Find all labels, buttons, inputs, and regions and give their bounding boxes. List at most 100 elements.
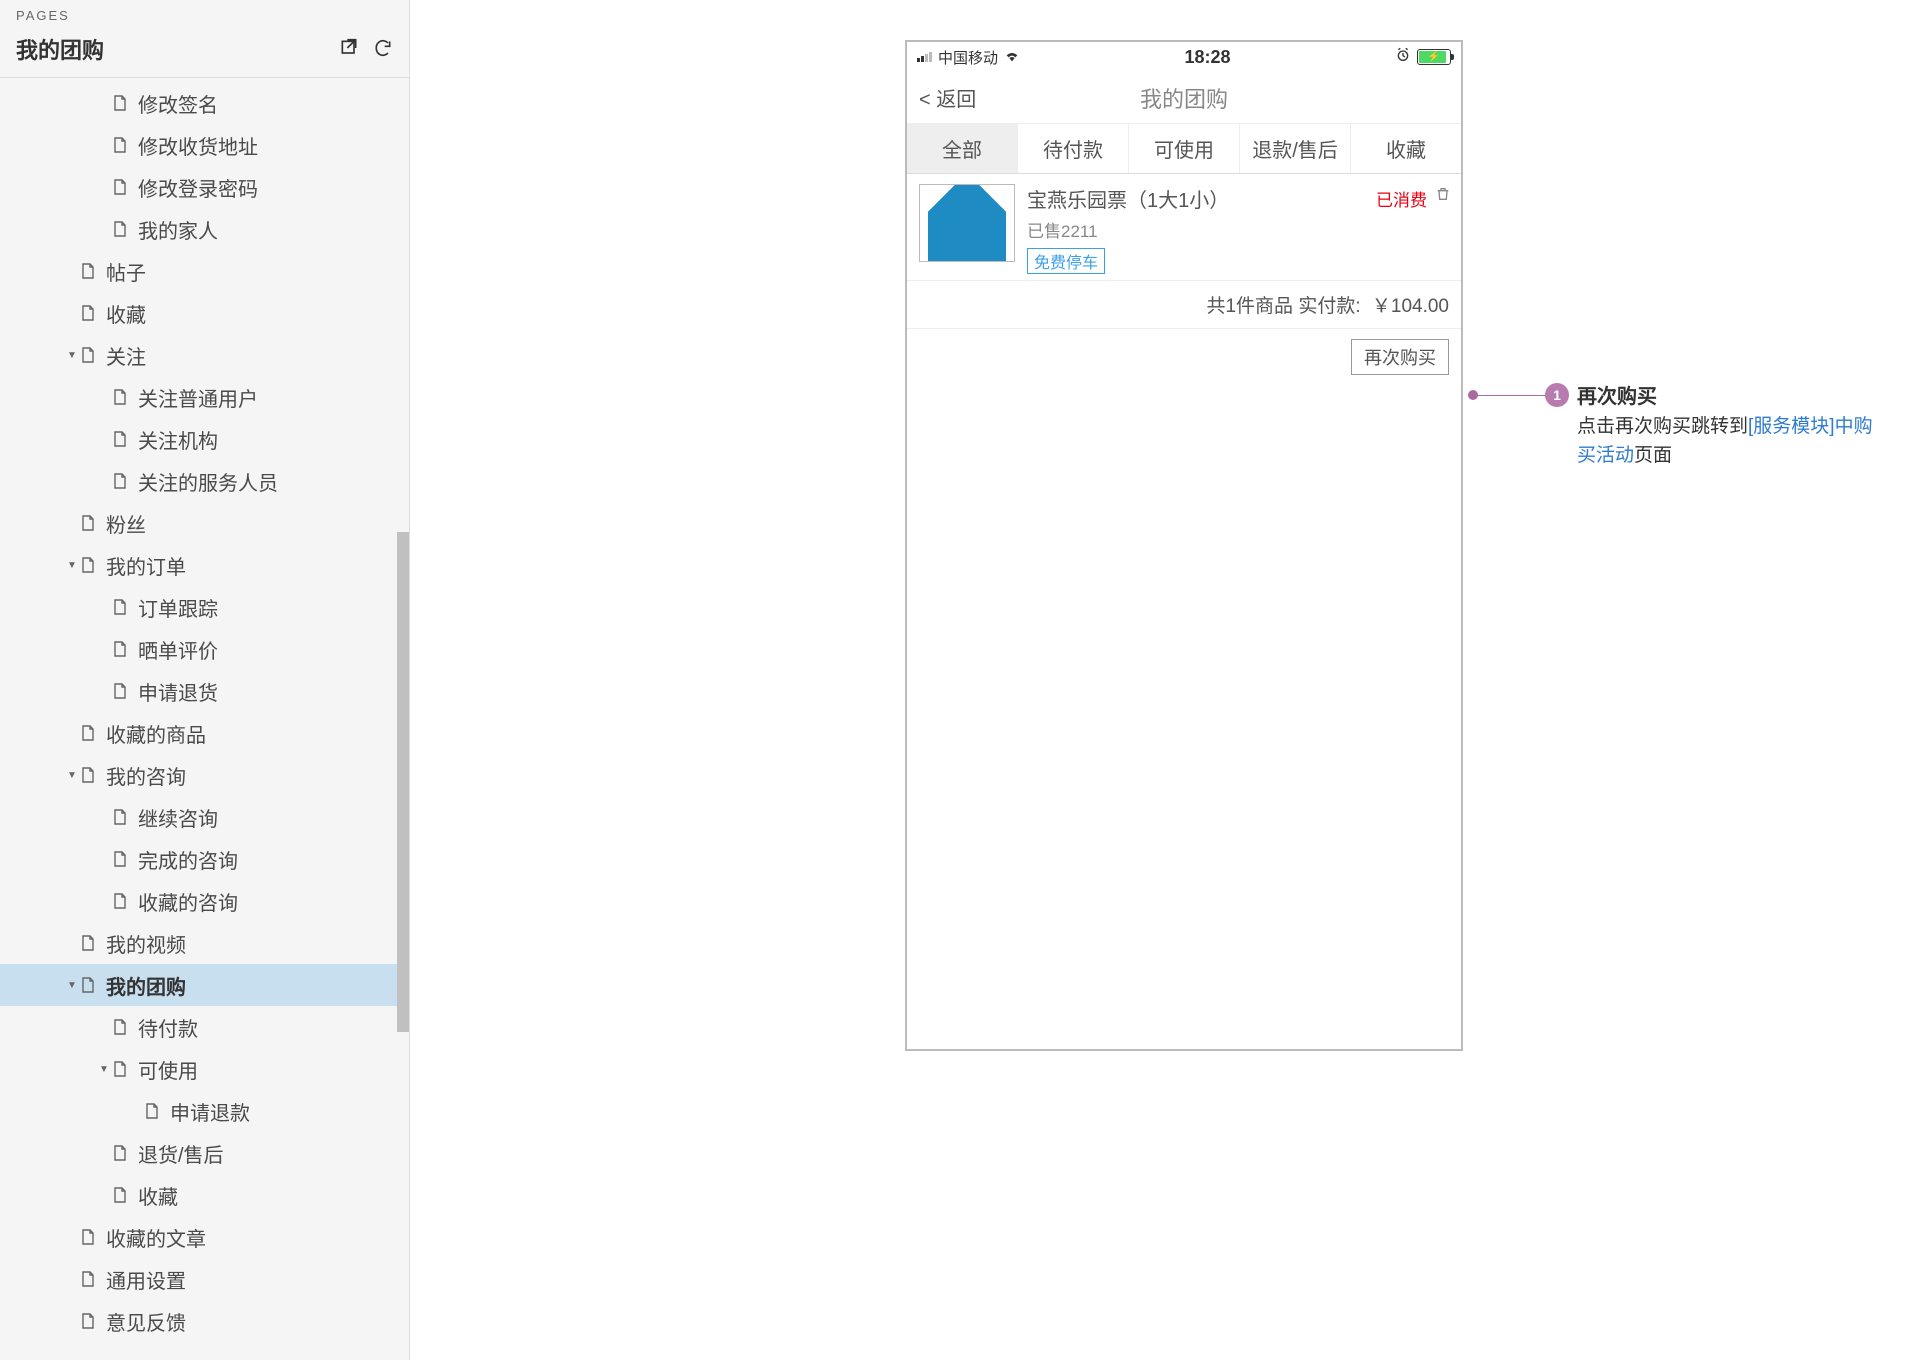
tree-label: 申请退货: [138, 677, 218, 706]
phone-nav: < 返回 我的团购: [907, 72, 1461, 124]
tab-0[interactable]: 全部: [907, 124, 1018, 173]
page-icon: [112, 1061, 128, 1077]
tree-item-26[interactable]: 收藏: [0, 1174, 409, 1216]
tree-item-7[interactable]: 关注普通用户: [0, 376, 409, 418]
tree-item-11[interactable]: ▼ 我的订单: [0, 544, 409, 586]
chevron-down-icon: ▼: [64, 980, 80, 991]
product-image: [919, 184, 1015, 262]
tree-item-13[interactable]: 晒单评价: [0, 628, 409, 670]
page-icon: [112, 221, 128, 237]
order-card[interactable]: 宝燕乐园票（1大1小） 已售2211 免费停车 已消费: [907, 174, 1461, 281]
tab-4[interactable]: 收藏: [1351, 124, 1461, 173]
tree-item-3[interactable]: 我的家人: [0, 208, 409, 250]
page-icon: [80, 1271, 96, 1287]
tree-label: 我的订单: [106, 551, 186, 580]
order-sold: 已售2211: [1027, 217, 1449, 242]
tree-label: 退货/售后: [138, 1139, 224, 1168]
alarm-icon: [1395, 47, 1411, 67]
tree-item-0[interactable]: 修改签名: [0, 82, 409, 124]
rebuy-button[interactable]: 再次购买: [1351, 339, 1449, 375]
tree-label: 可使用: [138, 1055, 198, 1084]
tree-label: 修改签名: [138, 89, 218, 118]
back-button[interactable]: < 返回: [907, 83, 976, 112]
tree-label: 修改登录密码: [138, 173, 258, 202]
pages-sidebar: PAGES 我的团购 修改签名修改收货地址修改登录密码我的家人帖子收藏▼关注关注…: [0, 0, 410, 1360]
tree-label: 关注: [106, 341, 146, 370]
order-summary: 共1件商品 实付款: ￥104.00: [907, 281, 1461, 329]
tree-item-1[interactable]: 修改收货地址: [0, 124, 409, 166]
page-icon: [112, 389, 128, 405]
tab-1[interactable]: 待付款: [1018, 124, 1129, 173]
chevron-down-icon: ▼: [64, 350, 80, 361]
tree-label: 完成的咨询: [138, 845, 238, 874]
tree-item-15[interactable]: 收藏的商品: [0, 712, 409, 754]
sidebar-section-label: PAGES: [16, 8, 393, 23]
tree-item-25[interactable]: 退货/售后: [0, 1132, 409, 1174]
tree-item-19[interactable]: 收藏的咨询: [0, 880, 409, 922]
tree-item-22[interactable]: 待付款: [0, 1006, 409, 1048]
page-icon: [80, 1229, 96, 1245]
refresh-icon[interactable]: [373, 38, 393, 61]
tree-item-2[interactable]: 修改登录密码: [0, 166, 409, 208]
wifi-icon: [1004, 49, 1020, 66]
page-icon: [112, 599, 128, 615]
tree-item-5[interactable]: 收藏: [0, 292, 409, 334]
tree-item-16[interactable]: ▼我的咨询: [0, 754, 409, 796]
tree-item-8[interactable]: 关注机构: [0, 418, 409, 460]
trash-icon[interactable]: [1435, 186, 1451, 205]
tree-label: 我的家人: [138, 215, 218, 244]
page-tree[interactable]: 修改签名修改收货地址修改登录密码我的家人帖子收藏▼关注关注普通用户关注机构关注的…: [0, 78, 409, 1360]
tree-item-10[interactable]: 粉丝: [0, 502, 409, 544]
tree-item-4[interactable]: 帖子: [0, 250, 409, 292]
tree-item-6[interactable]: ▼ 关注: [0, 334, 409, 376]
page-icon: [80, 935, 96, 951]
tree-item-21[interactable]: ▼我的团购: [0, 964, 409, 1006]
tree-item-23[interactable]: ▼ 可使用: [0, 1048, 409, 1090]
nav-title: 我的团购: [1140, 82, 1228, 114]
tree-label: 通用设置: [106, 1265, 186, 1294]
signal-icon: [917, 52, 932, 62]
tree-label: 收藏: [138, 1181, 178, 1210]
tree-item-12[interactable]: 订单跟踪: [0, 586, 409, 628]
tree-scrollbar[interactable]: [395, 82, 409, 1360]
tree-label: 关注机构: [138, 425, 218, 454]
tree-label: 待付款: [138, 1013, 198, 1042]
tree-item-9[interactable]: 关注的服务人员: [0, 460, 409, 502]
page-icon: [80, 725, 96, 741]
tab-2[interactable]: 可使用: [1129, 124, 1240, 173]
tree-item-14[interactable]: 申请退货: [0, 670, 409, 712]
tree-item-29[interactable]: 意见反馈: [0, 1300, 409, 1342]
page-icon: [80, 305, 96, 321]
page-icon: [112, 179, 128, 195]
order-price: ￥104.00: [1372, 296, 1449, 317]
tree-item-17[interactable]: 继续咨询: [0, 796, 409, 838]
chevron-down-icon: ▼: [64, 560, 80, 571]
annotation-desc: 点击再次购买跳转到[服务模块]中购买活动页面: [1577, 413, 1887, 470]
tree-label: 晒单评价: [138, 635, 218, 664]
tree-item-27[interactable]: 收藏的文章: [0, 1216, 409, 1258]
annotation-title: 再次购买: [1577, 380, 1887, 409]
tree-item-20[interactable]: 我的视频: [0, 922, 409, 964]
page-icon: [112, 431, 128, 447]
tree-item-28[interactable]: 通用设置: [0, 1258, 409, 1300]
tree-label: 我的咨询: [106, 761, 186, 790]
canvas: 中国移动 18:28 ⚡ < 返回 我的团购 全部待付款可使用退款/售后收藏: [410, 0, 1926, 1360]
page-icon: [112, 1019, 128, 1035]
tab-3[interactable]: 退款/售后: [1240, 124, 1351, 173]
phone-statusbar: 中国移动 18:28 ⚡: [907, 42, 1461, 72]
tree-label: 关注普通用户: [138, 383, 258, 412]
page-icon: [112, 851, 128, 867]
tree-item-24[interactable]: 申请退款: [0, 1090, 409, 1132]
chevron-down-icon: ▼: [96, 1064, 112, 1075]
battery-icon: ⚡: [1417, 49, 1451, 65]
tree-label: 收藏的文章: [106, 1223, 206, 1252]
page-icon: [112, 1145, 128, 1161]
page-icon: [112, 893, 128, 909]
sidebar-title: 我的团购: [16, 33, 104, 65]
tree-item-18[interactable]: 完成的咨询: [0, 838, 409, 880]
page-icon: [80, 977, 96, 993]
page-icon: [112, 641, 128, 657]
phone-mockup: 中国移动 18:28 ⚡ < 返回 我的团购 全部待付款可使用退款/售后收藏: [905, 40, 1463, 1051]
share-icon[interactable]: [339, 38, 359, 61]
page-icon: [112, 1187, 128, 1203]
